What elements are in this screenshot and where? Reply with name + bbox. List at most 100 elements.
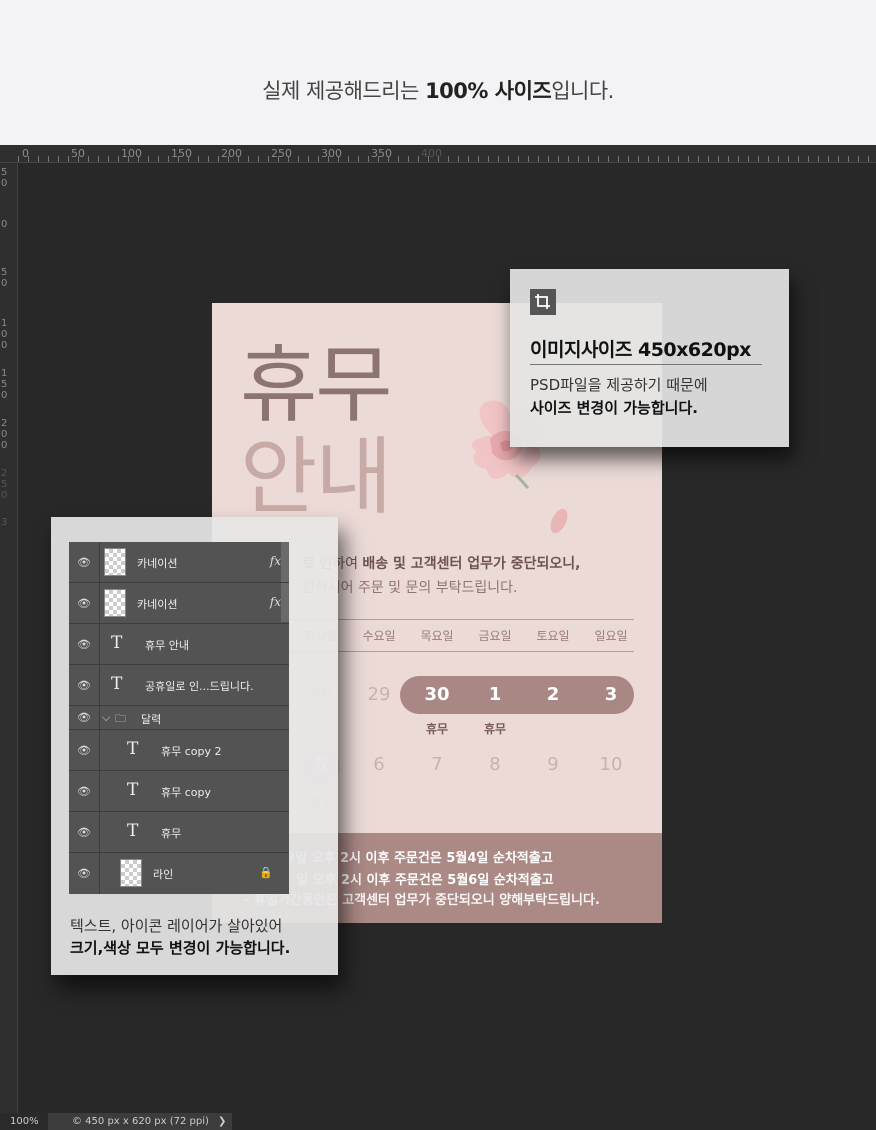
eye-icon[interactable]: 👁 [77, 679, 91, 692]
calendar-date: 6 [373, 754, 385, 775]
eye-icon[interactable]: 👁 [77, 826, 91, 839]
eye-icon[interactable]: 👁 [77, 597, 91, 610]
photoshop-workspace: 0 50 100 150 200 250 300 350 400 5 0 0 5… [0, 145, 876, 1130]
calendar-date: 7 [431, 754, 443, 775]
ruler-top-label: 400 [421, 147, 442, 160]
layer-thumbnail [104, 548, 126, 576]
chevron-down-icon[interactable]: ⌵ [102, 711, 110, 725]
fx-icon[interactable]: fx [270, 554, 281, 568]
lock-icon: 🔒 [259, 866, 273, 879]
ruler-left-label: 1 0 0 [1, 318, 8, 351]
document-size: © 450 px x 620 px (72 ppi) [72, 1116, 209, 1127]
layer-row[interactable]: 👁 T 휴무 안내 [69, 624, 289, 665]
calendar-date: 1 [488, 684, 502, 705]
eye-separator [99, 771, 100, 811]
layer-row[interactable]: 👁 카네이션 fx [69, 542, 289, 583]
layer-name: 라인 [153, 868, 174, 881]
layer-row[interactable]: 👁 T 휴무 copy [69, 771, 289, 812]
holiday-tag: 휴무 [483, 722, 507, 736]
day-header: 수요일 [362, 629, 396, 643]
ruler-top-label: 200 [221, 147, 242, 160]
layer-row[interactable]: 👁 라인 🔒 [69, 853, 289, 894]
poster-title-2: 안내 [240, 428, 393, 526]
ruler-top-label: 150 [171, 147, 192, 160]
layer-name: 휴무 copy [161, 786, 212, 799]
petal-decoration [547, 506, 571, 536]
layer-thumbnail [104, 589, 126, 617]
eye-separator [99, 665, 100, 705]
calendar-date: 29 [367, 684, 391, 705]
text-layer-icon: T [127, 821, 139, 841]
ruler-left-label: 2 0 0 [1, 418, 8, 451]
eye-icon[interactable]: 👁 [77, 867, 91, 880]
layer-row[interactable]: 👁 T 휴무 copy 2 [69, 730, 289, 771]
eye-icon[interactable]: 👁 [77, 744, 91, 757]
ruler-top-label: 100 [121, 147, 142, 160]
layer-row[interactable]: 👁 T 공휴일로 인...드립니다. [69, 665, 289, 706]
ruler-left[interactable]: 5 0 0 5 0 1 0 0 1 5 0 2 0 0 2 5 0 3 [0, 163, 18, 1130]
layers-panel[interactable]: 👁 카네이션 fx 👁 카네이션 fx 👁 T 휴무 안내 👁 T 공휴일로 인… [69, 542, 289, 894]
ruler-top[interactable]: 0 50 100 150 200 250 300 350 400 [0, 145, 876, 163]
ruler-top-label: 300 [321, 147, 342, 160]
layer-row[interactable]: 👁 카네이션 fx [69, 583, 289, 624]
day-header: 토요일 [536, 629, 570, 643]
eye-separator [99, 706, 100, 729]
text-layer-icon: T [127, 739, 139, 759]
ruler-top-label: 350 [371, 147, 392, 160]
ruler-left-label: 1 5 0 [1, 368, 8, 401]
eye-separator [99, 583, 100, 623]
chevron-right-icon[interactable]: ❯ [218, 1113, 226, 1130]
text-layer-icon: T [111, 633, 123, 653]
layer-name: 카네이션 [137, 598, 178, 611]
text-layer-icon: T [127, 780, 139, 800]
ruler-top-label: 50 [71, 147, 85, 160]
ruler-left-label: 2 5 0 [1, 468, 8, 501]
layer-name: 카네이션 [137, 557, 178, 570]
info-line-1: PSD파일을 제공하기 때문에 [530, 376, 708, 394]
poster-title-1: 휴무 [240, 336, 393, 434]
header-title: 실제 제공해드리는 100% 사이즈입니다. [0, 75, 876, 105]
info-line-2: 사이즈 변경이 가능합니다. [530, 399, 698, 417]
status-bar: 100% © 450 px x 620 px (72 ppi) ❯ [0, 1113, 232, 1130]
header: 실제 제공해드리는 100% 사이즈입니다. [0, 0, 876, 145]
eye-separator [99, 542, 100, 582]
ruler-top-label: 0 [22, 147, 29, 160]
calendar-date: 3 [604, 684, 618, 705]
layer-name: 휴무 안내 [145, 639, 189, 652]
ruler-left-label: 5 0 [1, 267, 8, 289]
calendar-date: 9 [547, 754, 559, 775]
ruler-left-label: 5 0 [1, 167, 8, 189]
eye-icon[interactable]: 👁 [77, 556, 91, 569]
layer-name: 달력 [141, 713, 162, 726]
eye-separator [99, 853, 100, 894]
ruler-left-label: 3 [1, 517, 8, 528]
eye-separator [99, 812, 100, 852]
eye-icon[interactable]: 👁 [77, 711, 91, 724]
layers-caption-1: 텍스트, 아이콘 레이어가 살아있어 [70, 917, 283, 935]
eye-icon[interactable]: 👁 [77, 638, 91, 651]
calendar-date: 10 [599, 754, 623, 775]
header-title-bold: 100% 사이즈 [425, 79, 552, 103]
image-size-card: 이미지사이즈 450x620px PSD파일을 제공하기 때문에 사이즈 변경이… [510, 269, 789, 447]
calendar-date: 2 [546, 684, 560, 705]
image-size-title: 이미지사이즈 450x620px [530, 339, 751, 361]
holiday-tag: 휴무 [425, 722, 449, 736]
layer-row[interactable]: 👁 T 휴무 [69, 812, 289, 853]
notice-line-1-bold: 배송 및 고객센터 업무가 중단되오니, [362, 556, 581, 572]
header-title-pre: 실제 제공해드리는 [262, 79, 426, 103]
day-header: 목요일 [420, 629, 454, 643]
fx-icon[interactable]: fx [270, 595, 281, 609]
layer-thumbnail [120, 859, 142, 887]
crop-icon [530, 289, 556, 315]
zoom-level[interactable]: 100% [0, 1113, 48, 1130]
layer-name: 공휴일로 인...드립니다. [145, 680, 254, 693]
calendar-date: 8 [489, 754, 501, 775]
folder-icon: 🗀 [115, 712, 126, 725]
layer-name: 휴무 copy 2 [161, 745, 222, 758]
eye-icon[interactable]: 👁 [77, 785, 91, 798]
ruler-ticks [18, 156, 876, 162]
layer-row[interactable]: 👁 ⌵ 🗀 달력 [69, 706, 289, 730]
info-divider [530, 364, 762, 365]
day-header: 금요일 [478, 629, 512, 643]
layers-caption-2: 크기,색상 모두 변경이 가능합니다. [70, 939, 291, 957]
